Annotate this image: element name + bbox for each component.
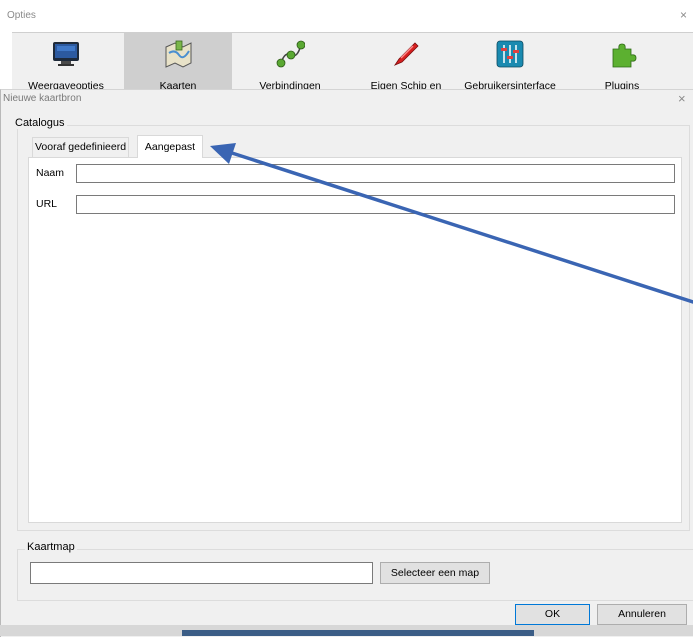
url-label: URL bbox=[36, 198, 58, 210]
connections-icon bbox=[275, 39, 306, 72]
chart-folder-legend: Kaartmap bbox=[25, 541, 77, 553]
options-toolbar: Weergaveopties Kaarten Verbindingen Eige… bbox=[12, 32, 693, 91]
toolbar-item-own-ship[interactable]: Eigen Schip en bbox=[352, 33, 460, 91]
options-close-icon[interactable]: × bbox=[680, 8, 687, 22]
dialog-title: Nieuwe kaartbron bbox=[3, 93, 82, 104]
ok-button[interactable]: OK bbox=[515, 604, 590, 625]
ship-icon bbox=[391, 39, 421, 72]
chart-folder-path-input[interactable] bbox=[30, 562, 373, 584]
charts-icon bbox=[163, 39, 193, 72]
catalog-legend: Catalogus bbox=[13, 117, 67, 129]
cancel-button[interactable]: Annuleren bbox=[597, 604, 687, 625]
options-window-titlebar bbox=[0, 0, 693, 32]
tab-predefined[interactable]: Vooraf gedefinieerd bbox=[32, 137, 130, 157]
url-input[interactable] bbox=[76, 195, 675, 214]
dialog-close-icon[interactable]: × bbox=[678, 91, 686, 106]
puzzle-icon bbox=[607, 39, 637, 72]
background-taskbar-strip bbox=[182, 630, 534, 636]
sliders-icon bbox=[495, 39, 525, 72]
toolbar-item-user-interface[interactable]: Gebruikersinterface bbox=[456, 33, 564, 91]
tab-custom[interactable]: Aangepast bbox=[137, 135, 203, 158]
options-window-title: Opties bbox=[7, 10, 36, 21]
monitor-icon bbox=[51, 39, 81, 72]
name-input[interactable] bbox=[76, 164, 675, 183]
select-folder-button[interactable]: Selecteer een map bbox=[380, 562, 490, 584]
name-label: Naam bbox=[36, 167, 65, 179]
toolbar-item-plugins[interactable]: Plugins bbox=[568, 33, 676, 91]
toolbar-item-charts[interactable]: Kaarten bbox=[124, 33, 232, 91]
toolbar-item-display[interactable]: Weergaveopties bbox=[12, 33, 120, 91]
toolbar-item-connections[interactable]: Verbindingen bbox=[236, 33, 344, 91]
